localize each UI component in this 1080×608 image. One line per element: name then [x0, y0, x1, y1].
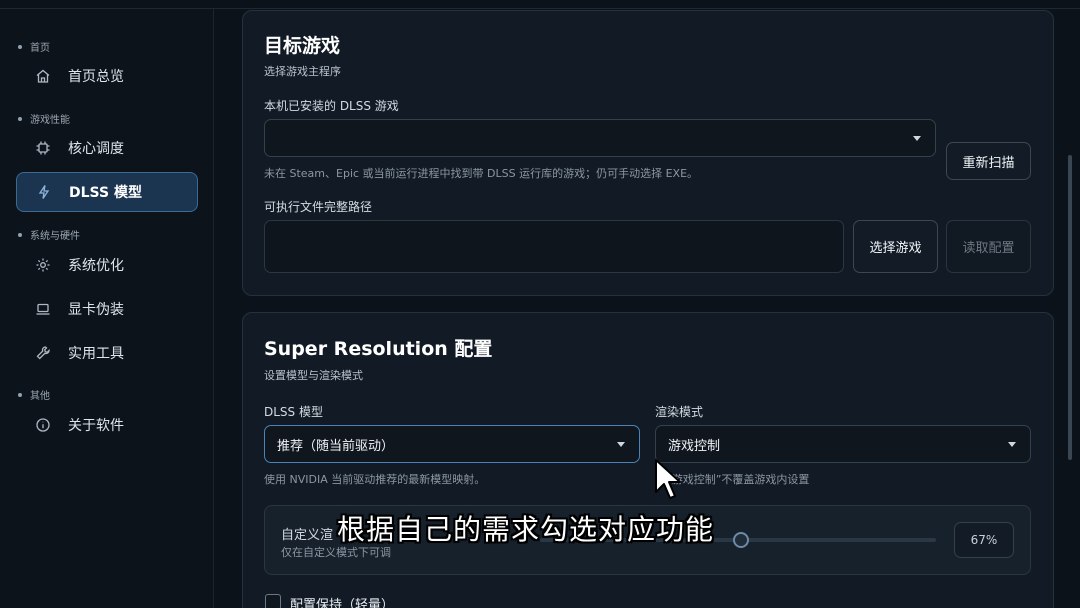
wrench-icon — [34, 344, 52, 362]
sidebar-item-label: DLSS 模型 — [69, 185, 142, 201]
custom-render-label: 自定义渲 — [281, 528, 334, 543]
dlss-model-select[interactable]: 推荐（随当前驱动） — [264, 425, 640, 463]
sidebar-item-system-optimize[interactable]: 系统优化 — [16, 245, 198, 285]
installed-games-label: 本机已安装的 DLSS 游戏 — [264, 99, 399, 113]
sidebar-item-label: 核心调度 — [68, 141, 124, 157]
window-top-bar — [0, 0, 1080, 9]
custom-render-percent: 67% — [954, 522, 1014, 558]
config-keep-checkbox[interactable] — [265, 594, 281, 608]
sidebar-item-home-overview[interactable]: 首页总览 — [16, 56, 198, 96]
exe-path-input[interactable] — [264, 220, 844, 273]
sidebar-item-label: 关于软件 — [68, 418, 124, 434]
sidebar-item-utilities[interactable]: 实用工具 — [16, 333, 198, 373]
mouse-cursor-icon — [655, 459, 681, 499]
sidebar-item-label: 首页总览 — [68, 69, 124, 85]
bolt-icon — [35, 183, 53, 201]
render-mode-label: 渲染模式 — [655, 405, 704, 419]
chevron-down-icon — [617, 442, 625, 447]
video-caption: 根据自己的需求勾选对应功能 — [337, 513, 715, 546]
installed-games-hint: 未在 Steam、Epic 或当前运行进程中找到带 DLSS 运行库的游戏；仍可… — [264, 167, 699, 180]
sidebar-section-system-hardware: 系统与硬件 — [18, 227, 80, 242]
chevron-down-icon — [1008, 442, 1016, 447]
sidebar-section-home: 首页 — [18, 39, 50, 54]
dlss-model-label: DLSS 模型 — [264, 405, 323, 419]
info-icon — [34, 416, 52, 434]
rescan-button[interactable]: 重新扫描 — [946, 142, 1031, 180]
sidebar-item-label: 系统优化 — [68, 258, 124, 274]
super-resolution-subtitle: 设置模型与渲染模式 — [264, 369, 363, 382]
sidebar-section-other: 其他 — [18, 387, 50, 402]
sidebar-item-gpu-spoof[interactable]: 显卡伪装 — [16, 289, 198, 329]
sidebar-item-core-scheduling[interactable]: 核心调度 — [16, 128, 198, 168]
target-game-subtitle: 选择游戏主程序 — [264, 65, 341, 78]
gear-icon — [34, 256, 52, 274]
chevron-down-icon — [913, 136, 921, 141]
installed-games-select[interactable] — [264, 119, 936, 157]
custom-render-slider-knob[interactable] — [732, 532, 749, 548]
home-icon — [34, 67, 52, 85]
cpu-icon — [34, 139, 52, 157]
render-mode-select[interactable]: 游戏控制 — [655, 425, 1031, 463]
dlss-model-hint: 使用 NVIDIA 当前驱动推荐的最新模型映射。 — [264, 473, 486, 486]
read-config-button[interactable]: 读取配置 — [946, 220, 1031, 273]
super-resolution-title: Super Resolution 配置 — [264, 338, 493, 360]
config-keep-label: 配置保持（轻量） — [290, 598, 395, 608]
exe-path-label: 可执行文件完整路径 — [264, 200, 373, 214]
main-scrollbar[interactable] — [1068, 155, 1072, 460]
sidebar-item-label: 实用工具 — [68, 346, 124, 362]
sidebar-item-label: 显卡伪装 — [68, 302, 124, 318]
select-game-button[interactable]: 选择游戏 — [853, 220, 938, 273]
sidebar-item-dlss-model[interactable]: DLSS 模型 — [16, 172, 198, 212]
sidebar-item-about[interactable]: 关于软件 — [16, 405, 198, 445]
laptop-icon — [34, 300, 52, 318]
target-game-title: 目标游戏 — [264, 35, 341, 57]
render-mode-hint: “游戏控制”不覆盖游戏内设置 — [666, 473, 810, 486]
sidebar-section-game-performance: 游戏性能 — [18, 111, 70, 126]
sidebar: 首页 首页总览 游戏性能 核心调度 DLSS 模型 系统与硬件 系统优化 显卡伪… — [0, 9, 214, 608]
